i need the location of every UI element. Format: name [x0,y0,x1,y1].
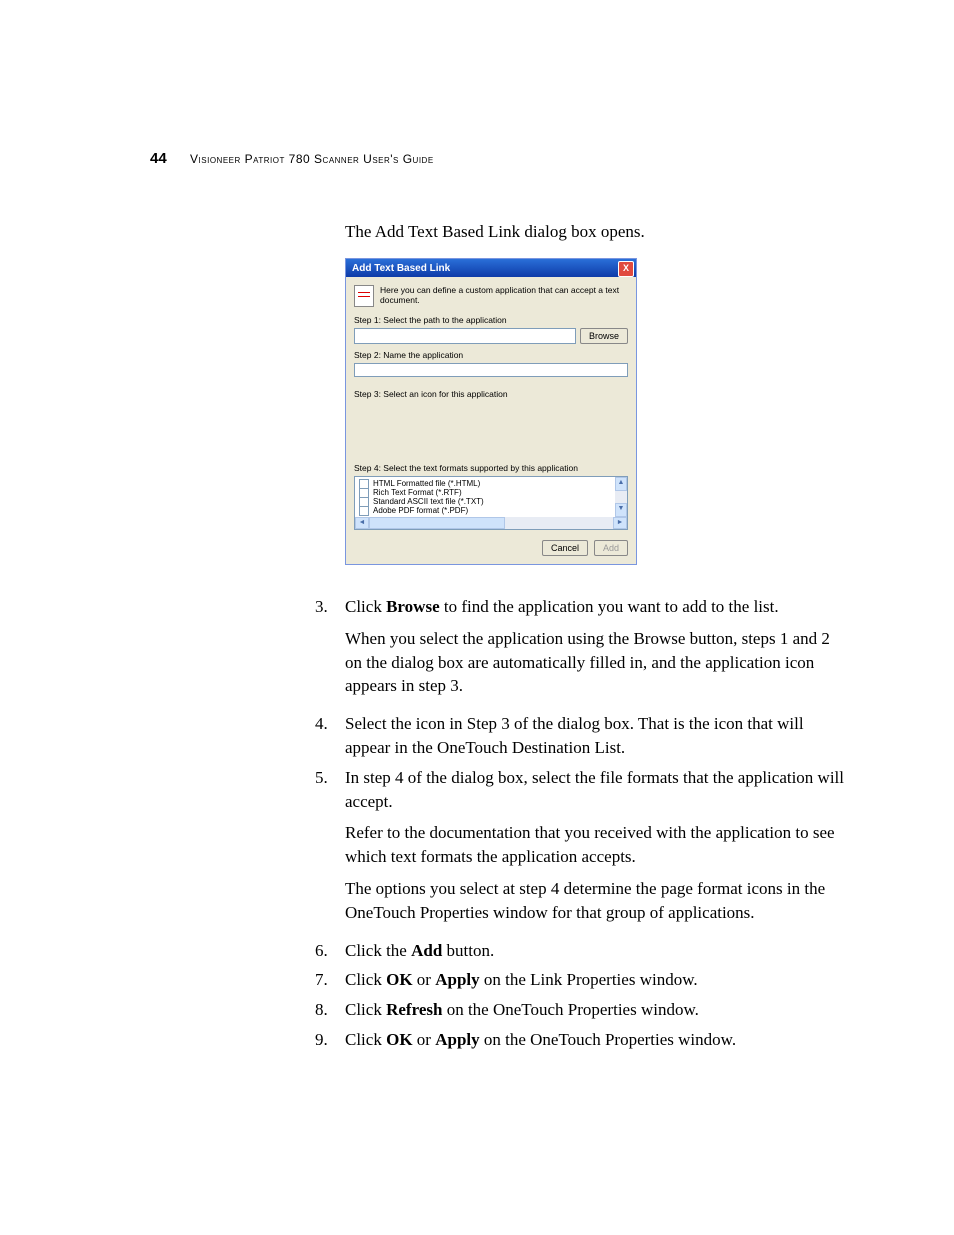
step-number: 4. [315,712,345,760]
text-span: or [413,1030,436,1049]
step-item: 5.In step 4 of the dialog box, select th… [315,766,844,933]
icon-selection-area[interactable] [354,402,628,457]
dialog-title: Add Text Based Link [352,263,450,274]
step-text: Click Browse to find the application you… [345,595,844,706]
bold-text: Browse [386,597,440,616]
bold-text: Add [411,941,442,960]
step-number: 8. [315,998,345,1022]
step4-label: Step 4: Select the text formats supporte… [354,463,628,473]
step-main-line: Click OK or Apply on the OneTouch Proper… [345,1028,844,1052]
document-icon [354,285,374,307]
format-listbox[interactable]: HTML Formatted file (*.HTML) Rich Text F… [354,476,628,530]
list-item[interactable]: HTML Formatted file (*.HTML) [359,479,611,488]
text-span: Click [345,597,386,616]
text-span: Click [345,970,386,989]
hscroll-track[interactable] [369,517,613,529]
step-text: Select the icon in Step 3 of the dialog … [345,712,844,760]
step-item: 3.Click Browse to find the application y… [315,595,844,706]
list-item[interactable]: Rich Text Format (*.RTF) [359,488,611,497]
bold-text: OK [386,1030,412,1049]
format-label: HTML Formatted file (*.HTML) [373,479,480,488]
text-span: Select the icon in Step 3 of the dialog … [345,714,804,757]
format-label: Adobe PDF format (*.PDF) [373,506,468,515]
step-number: 6. [315,939,345,963]
document-page: 44 Visioneer Patriot 780 Scanner User's … [0,0,954,1118]
format-label: Rich Text Format (*.RTF) [373,488,462,497]
step-item: 6.Click the Add button. [315,939,844,963]
add-button[interactable]: Add [594,540,628,556]
step-main-line: Select the icon in Step 3 of the dialog … [345,712,844,760]
bold-text: Apply [435,1030,479,1049]
step-main-line: Click the Add button. [345,939,844,963]
text-span: on the Link Properties window. [480,970,698,989]
text-span: or [413,970,436,989]
step-text: In step 4 of the dialog box, select the … [345,766,844,933]
header-title: Visioneer Patriot 780 Scanner User's Gui… [190,152,434,166]
checkbox-icon[interactable] [359,506,369,516]
format-list-inner: HTML Formatted file (*.HTML) Rich Text F… [355,477,615,517]
step-paragraph: The options you select at step 4 determi… [345,877,844,925]
application-path-input[interactable] [354,328,576,344]
hscroll-thumb[interactable] [369,517,505,529]
step1-label: Step 1: Select the path to the applicati… [354,315,628,325]
bold-text: Refresh [386,1000,442,1019]
bold-text: OK [386,970,412,989]
browse-button[interactable]: Browse [580,328,628,344]
step3-label: Step 3: Select an icon for this applicat… [354,389,628,399]
horizontal-scrollbar[interactable]: ◄ ► [355,517,627,529]
step-number: 9. [315,1028,345,1052]
dialog-titlebar: Add Text Based Link X [346,259,636,277]
step-text: Click OK or Apply on the Link Properties… [345,968,844,992]
step-text: Click OK or Apply on the OneTouch Proper… [345,1028,844,1052]
step-number: 5. [315,766,345,933]
list-item[interactable]: Adobe PDF format (*.PDF) [359,506,611,515]
text-span: Click the [345,941,411,960]
application-name-input[interactable] [354,363,628,377]
page-number: 44 [150,150,167,167]
step-item: 7.Click OK or Apply on the Link Properti… [315,968,844,992]
format-label: Standard ASCII text file (*.TXT) [373,497,484,506]
scroll-up-icon[interactable]: ▲ [615,477,627,491]
text-span: button. [442,941,494,960]
text-span: on the OneTouch Properties window. [442,1000,698,1019]
step-number: 3. [315,595,345,706]
step-main-line: In step 4 of the dialog box, select the … [345,766,844,814]
step-item: 4.Select the icon in Step 3 of the dialo… [315,712,844,760]
list-item[interactable]: Standard ASCII text file (*.TXT) [359,497,611,506]
step-number: 7. [315,968,345,992]
page-header: 44 Visioneer Patriot 780 Scanner User's … [150,150,844,167]
dialog-description-row: Here you can define a custom application… [354,285,628,307]
intro-text: The Add Text Based Link dialog box opens… [345,222,844,242]
step-main-line: Click Browse to find the application you… [345,595,844,619]
step-paragraph: When you select the application using th… [345,627,844,698]
vertical-scrollbar[interactable]: ▲ ▼ [615,477,627,517]
scroll-right-icon[interactable]: ► [613,517,627,529]
text-span: Click [345,1030,386,1049]
close-icon[interactable]: X [618,261,634,277]
step-main-line: Click Refresh on the OneTouch Properties… [345,998,844,1022]
cancel-button[interactable]: Cancel [542,540,588,556]
dialog-body: Here you can define a custom application… [346,277,636,564]
text-span: In step 4 of the dialog box, select the … [345,768,844,811]
dialog-description: Here you can define a custom application… [380,285,628,305]
dialog-screenshot: Add Text Based Link X Here you can defin… [345,258,844,565]
step-text: Click Refresh on the OneTouch Properties… [345,998,844,1022]
step-item: 8.Click Refresh on the OneTouch Properti… [315,998,844,1022]
step2-label: Step 2: Name the application [354,350,628,360]
step-main-line: Click OK or Apply on the Link Properties… [345,968,844,992]
text-span: Click [345,1000,386,1019]
path-row: Browse [354,328,628,344]
scroll-track[interactable] [615,491,627,503]
step-item: 9.Click OK or Apply on the OneTouch Prop… [315,1028,844,1052]
bold-text: Apply [435,970,479,989]
step-text: Click the Add button. [345,939,844,963]
scroll-down-icon[interactable]: ▼ [615,503,627,517]
text-span: to find the application you want to add … [440,597,779,616]
step-paragraph: Refer to the documentation that you rece… [345,821,844,869]
add-text-based-link-dialog: Add Text Based Link X Here you can defin… [345,258,637,565]
instruction-steps: 3.Click Browse to find the application y… [315,595,844,1052]
dialog-footer: Cancel Add [354,540,628,556]
scroll-left-icon[interactable]: ◄ [355,517,369,529]
text-span: on the OneTouch Properties window. [480,1030,736,1049]
